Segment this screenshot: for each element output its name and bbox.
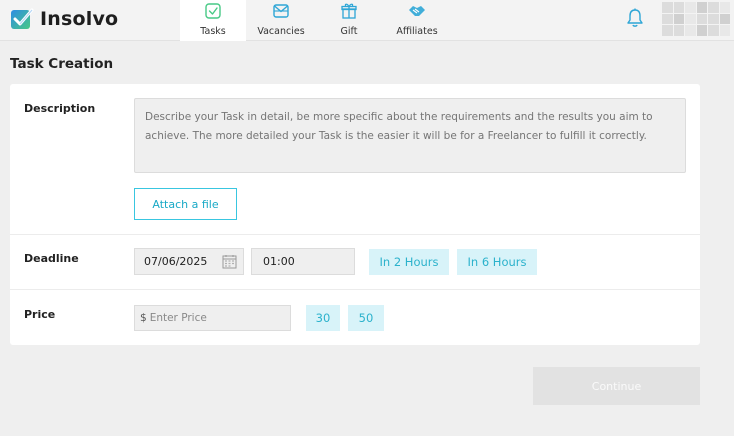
envelope-icon (273, 4, 289, 18)
description-textarea[interactable] (134, 98, 686, 173)
description-label: Description (24, 102, 96, 115)
page-title: Task Creation (10, 56, 114, 72)
price-input[interactable]: $ Enter Price (134, 305, 291, 331)
calendar-icon[interactable] (222, 254, 237, 269)
in-6-hours-button[interactable]: In 6 Hours (457, 249, 537, 275)
deadline-time-value: 01:00 (263, 255, 295, 268)
divider (10, 289, 700, 290)
gift-icon (341, 3, 357, 19)
task-form-card: Description Attach a file Deadline 07/06… (10, 84, 700, 345)
price-50-button[interactable]: 50 (348, 305, 384, 331)
nav-tasks[interactable]: Tasks (180, 0, 246, 41)
price-label: Price (24, 308, 56, 321)
avatar[interactable] (662, 2, 730, 36)
currency-symbol: $ (140, 312, 147, 324)
in-2-hours-button[interactable]: In 2 Hours (369, 249, 449, 275)
deadline-date-input[interactable]: 07/06/2025 (134, 248, 244, 275)
nav-gift-label: Gift (340, 26, 358, 37)
price-placeholder: Enter Price (149, 312, 207, 324)
app-name: Insolvo (40, 8, 119, 30)
nav-tasks-label: Tasks (200, 26, 226, 37)
divider (10, 234, 700, 235)
nav-vacancies-label: Vacancies (257, 26, 305, 37)
price-30-button[interactable]: 30 (306, 305, 340, 331)
nav-affiliates-label: Affiliates (396, 26, 438, 37)
nav-affiliates[interactable]: Affiliates (384, 0, 450, 41)
bell-icon[interactable] (624, 7, 646, 29)
checkbox-icon (205, 3, 221, 19)
deadline-date-value: 07/06/2025 (144, 255, 208, 268)
handshake-icon (409, 6, 425, 16)
nav-gift[interactable]: Gift (322, 0, 376, 41)
checkbox-logo-icon (11, 8, 34, 29)
top-bar: Insolvo Tasks Vacancies Gift Affiliates (0, 0, 734, 41)
deadline-label: Deadline (24, 252, 79, 265)
nav-vacancies[interactable]: Vacancies (250, 0, 312, 41)
logo[interactable]: Insolvo (10, 6, 118, 32)
continue-button[interactable]: Continue (533, 367, 700, 405)
attach-file-button[interactable]: Attach a file (134, 188, 237, 220)
deadline-time-input[interactable]: 01:00 (251, 248, 355, 275)
